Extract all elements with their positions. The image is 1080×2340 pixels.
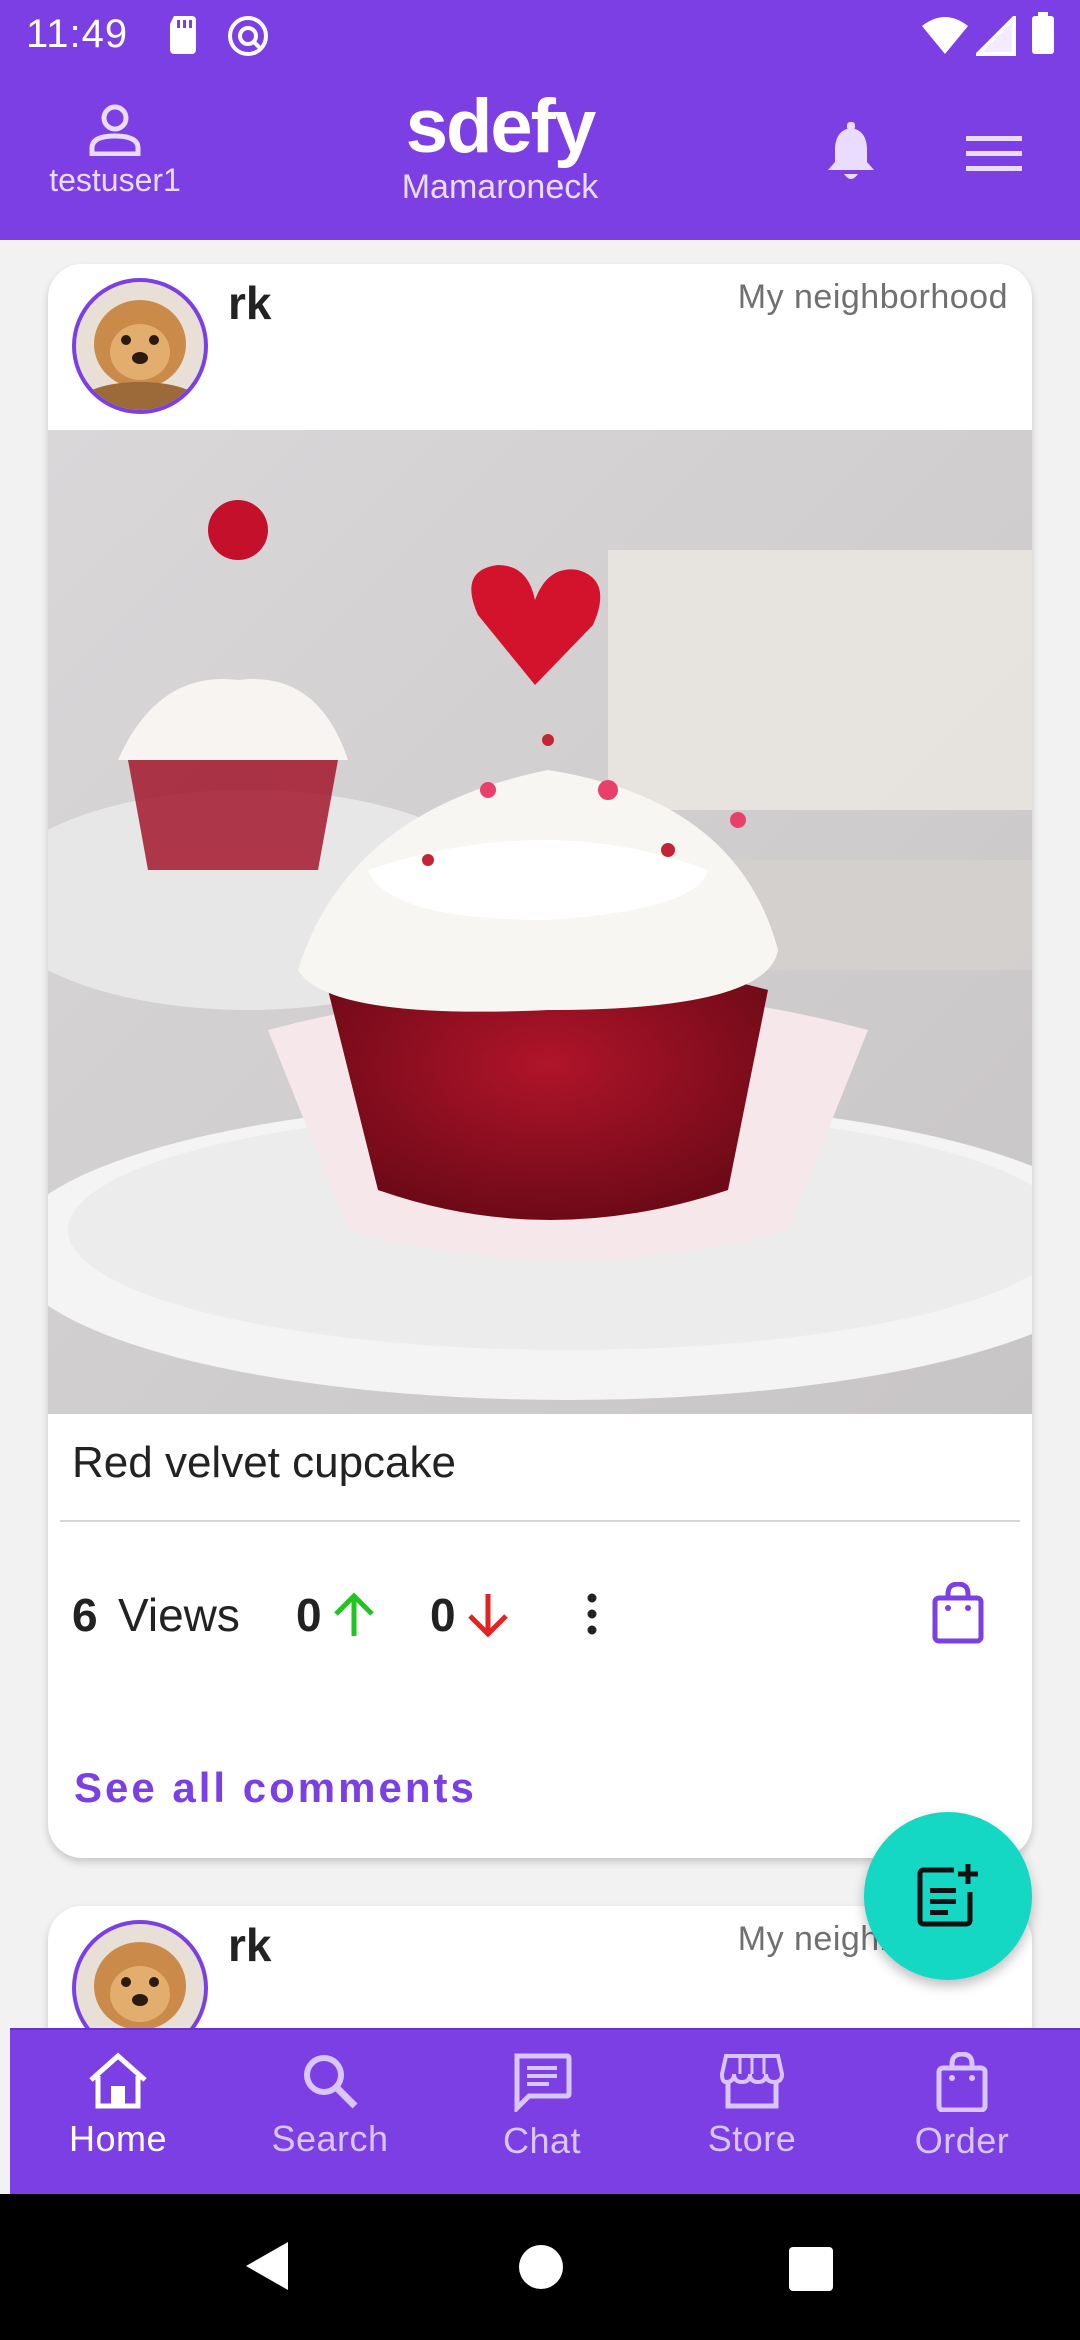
store-icon	[720, 2054, 784, 2109]
status-time: 11:49	[26, 12, 129, 56]
user-icon	[89, 104, 141, 156]
nav-search[interactable]: Search	[230, 2052, 430, 2160]
dog-photo	[76, 1924, 204, 2028]
author-avatar[interactable]	[72, 1920, 208, 2028]
recents-icon[interactable]	[788, 2246, 834, 2292]
post-card[interactable]: rk My neighborhood	[48, 264, 1032, 1858]
app-header: testuser1 sdefy Mamaroneck	[0, 72, 1080, 240]
new-post-button[interactable]	[864, 1812, 1032, 1980]
nav-order-label: Order	[914, 2120, 1010, 2161]
dog-photo	[76, 282, 204, 410]
post-image[interactable]	[48, 430, 1032, 1414]
chat-icon	[514, 2053, 572, 2112]
more-options-icon[interactable]	[584, 1592, 600, 1636]
status-bar: 11:49	[0, 0, 1080, 72]
notification-bell-icon[interactable]	[822, 122, 880, 184]
nav-store-label: Store	[707, 2118, 797, 2159]
brand-logo: sdefy	[405, 84, 597, 169]
views-count: 6	[72, 1589, 98, 1641]
battery-icon	[1032, 12, 1054, 54]
nav-chat-label: Chat	[502, 2120, 582, 2161]
home-circle-icon[interactable]	[518, 2244, 564, 2290]
shopping-bag-icon[interactable]	[932, 1582, 984, 1644]
cellular-signal-icon	[976, 16, 1016, 56]
downvote-arrow-icon[interactable]	[466, 1592, 510, 1638]
author-avatar[interactable]	[72, 278, 208, 414]
nav-home[interactable]: Home	[18, 2052, 218, 2160]
post-scope: My neighborhood	[737, 278, 1008, 316]
divider	[60, 1520, 1020, 1522]
see-all-comments-link[interactable]: See all comments	[74, 1764, 477, 1812]
post-feed[interactable]: rk My neighborhood Red velvet cupcake 6 …	[0, 240, 1080, 2028]
downvote-count: 0	[430, 1589, 456, 1641]
post-title: Red velvet cupcake	[72, 1438, 456, 1487]
vpn-icon	[228, 16, 268, 56]
post-stats: 6 Views 0 0	[72, 1582, 1012, 1652]
bottom-navigation: Home Search Chat Store Order	[10, 2028, 1080, 2196]
post-author[interactable]: rk	[228, 276, 271, 330]
nav-store[interactable]: Store	[652, 2052, 852, 2160]
post-author[interactable]: rk	[228, 1918, 271, 1972]
sd-card-icon	[170, 16, 196, 54]
nav-home-label: Home	[68, 2118, 168, 2159]
back-icon[interactable]	[244, 2240, 290, 2292]
brand-block: sdefy Mamaroneck	[340, 86, 660, 207]
shopping-bag-icon	[936, 2052, 988, 2112]
post-add-icon	[917, 1864, 978, 1927]
nav-chat[interactable]: Chat	[442, 2052, 642, 2162]
system-navigation-bar	[0, 2194, 1080, 2340]
username-label: testuser1	[49, 162, 181, 198]
upvote-arrow-icon[interactable]	[332, 1592, 376, 1638]
wifi-icon	[922, 17, 968, 54]
search-icon	[304, 2055, 358, 2109]
user-profile-button[interactable]: testuser1	[20, 102, 210, 199]
location-label[interactable]: Mamaroneck	[340, 168, 660, 207]
views-label: Views	[118, 1589, 240, 1641]
upvote-count: 0	[296, 1589, 322, 1641]
home-icon	[89, 2052, 147, 2109]
menu-icon[interactable]	[966, 134, 1022, 174]
nav-order[interactable]: Order	[862, 2052, 1062, 2162]
nav-search-label: Search	[271, 2118, 389, 2159]
cupcake-photo	[48, 430, 1032, 1414]
